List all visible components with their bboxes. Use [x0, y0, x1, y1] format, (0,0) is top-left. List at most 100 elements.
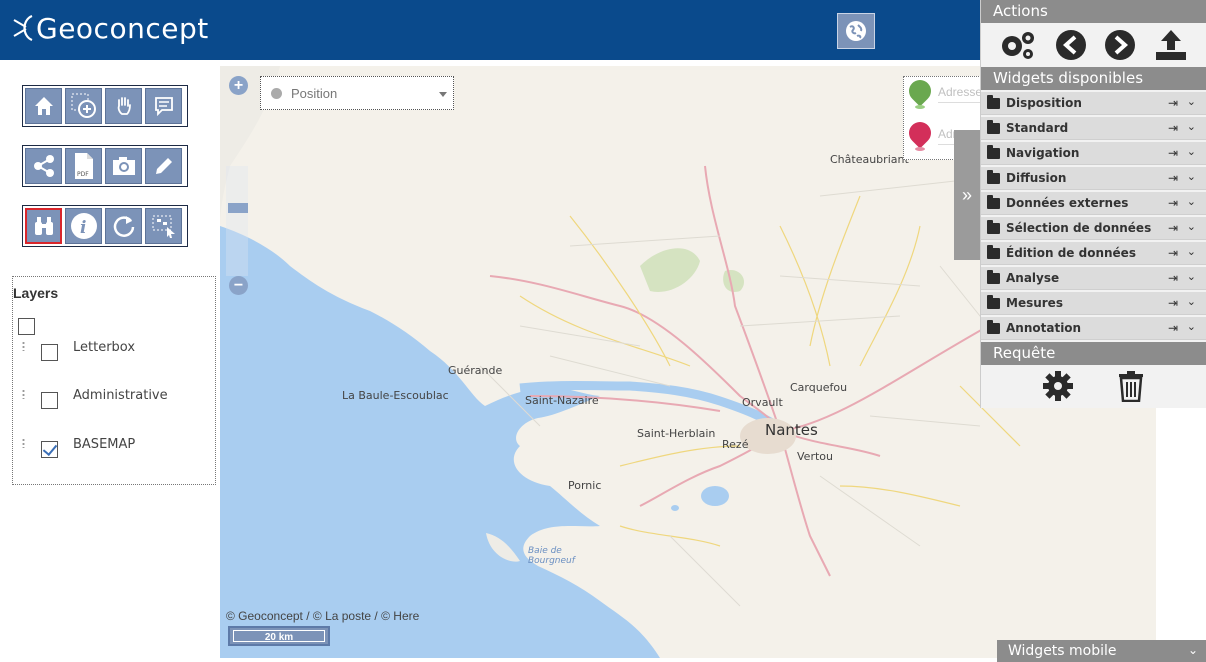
chevron-down-icon[interactable]: ⌄	[1187, 270, 1196, 283]
layer-label: BASEMAP	[73, 437, 136, 452]
info-button[interactable]: i	[65, 208, 102, 244]
pin-icon[interactable]: ⇥	[1168, 171, 1178, 185]
chevron-down-icon[interactable]: ⌄	[1188, 643, 1198, 657]
folder-icon	[987, 195, 1000, 209]
globe-button[interactable]	[837, 13, 875, 49]
chevron-down-icon[interactable]: ⌄	[1187, 145, 1196, 158]
zoom-rectangle-button[interactable]	[65, 88, 102, 124]
widgets-panel: Actions Widgets disponibles Disposition ⇥…	[980, 0, 1206, 408]
pin-icon[interactable]: ⇥	[1168, 296, 1178, 310]
pin-icon[interactable]: ⇥	[1168, 96, 1178, 110]
upload-icon[interactable]	[1153, 28, 1189, 62]
svg-text:i: i	[80, 218, 86, 238]
layer-checkbox-administrative[interactable]	[41, 392, 58, 409]
camera-icon	[112, 157, 135, 175]
gears-icon[interactable]	[998, 28, 1038, 62]
pin-icon[interactable]: ⇥	[1168, 146, 1178, 160]
start-pin-icon	[904, 75, 936, 107]
chevron-down-icon[interactable]: ⌄	[1187, 95, 1196, 108]
pdf-export-button[interactable]: PDF	[65, 148, 102, 184]
folder-icon	[987, 270, 1000, 284]
select-box-icon	[152, 215, 175, 238]
arrow-right-circle-icon[interactable]	[1104, 29, 1136, 61]
toolbar-tools: i	[22, 205, 188, 247]
pan-hand-icon	[117, 97, 131, 115]
layer-checkbox-letterbox[interactable]	[41, 344, 58, 361]
widget-row-edition[interactable]: Édition de données ⇥ ⌄	[981, 242, 1206, 265]
gear-icon[interactable]	[1042, 370, 1074, 402]
widget-row-mesures[interactable]: Mesures ⇥ ⌄	[981, 292, 1206, 315]
chevron-down-icon[interactable]: ⌄	[1187, 195, 1196, 208]
zoom-in-button[interactable]: +	[229, 76, 248, 95]
folder-icon	[987, 295, 1000, 309]
scale-label: 20 km	[233, 630, 325, 643]
widgets-mobile-label: Widgets mobile	[1008, 643, 1117, 659]
map-label-reze: Rezé	[722, 438, 749, 451]
layer-checkbox-basemap[interactable]	[41, 441, 58, 458]
pin-icon[interactable]: ⇥	[1168, 321, 1178, 335]
expand-panel-tab[interactable]: »	[954, 130, 980, 260]
map-label-saintherblain: Saint-Herblain	[637, 427, 716, 440]
pin-icon[interactable]: ⇥	[1168, 271, 1178, 285]
pencil-icon	[155, 158, 172, 174]
zoom-out-button[interactable]: −	[229, 276, 248, 295]
edit-button[interactable]	[145, 148, 182, 184]
tooltip-button[interactable]	[145, 88, 182, 124]
toolbar-navigation	[22, 85, 188, 127]
widget-label: Standard	[1006, 121, 1069, 135]
end-pin-icon	[904, 117, 936, 149]
pan-button[interactable]	[105, 88, 142, 124]
widget-label: Édition de données	[1006, 246, 1136, 260]
request-header: Requête	[981, 342, 1206, 365]
map-label-chateaubriant: Châteaubriant	[830, 153, 909, 166]
widget-row-donnees-externes[interactable]: Données externes ⇥ ⌄	[981, 192, 1206, 215]
widget-list: Disposition ⇥ ⌄ Standard ⇥ ⌄ Navigation ⇥ ⌄ Di…	[981, 92, 1206, 340]
map-label-baie: Baie de Bourgneuf	[528, 546, 575, 566]
arrow-left-circle-icon[interactable]	[1055, 29, 1087, 61]
layers-select-all-checkbox[interactable]	[18, 318, 35, 335]
toolbar-diffusion: PDF	[22, 145, 188, 187]
zoom-slider[interactable]	[226, 166, 248, 276]
drag-handle-icon[interactable]	[22, 438, 25, 448]
search-binoculars-button[interactable]	[25, 208, 62, 244]
widget-row-annotation[interactable]: Annotation ⇥ ⌄	[981, 317, 1206, 340]
map-label-guerande: Guérande	[448, 364, 503, 377]
widget-row-standard[interactable]: Standard ⇥ ⌄	[981, 117, 1206, 140]
widget-row-disposition[interactable]: Disposition ⇥ ⌄	[981, 92, 1206, 115]
widget-label: Navigation	[1006, 146, 1080, 160]
trash-icon[interactable]	[1117, 370, 1145, 402]
zoom-slider-handle[interactable]	[228, 203, 248, 213]
logo-rays-icon	[13, 14, 33, 42]
pdf-export-icon: PDF	[74, 153, 93, 179]
pin-icon[interactable]: ⇥	[1168, 121, 1178, 135]
chevron-down-icon[interactable]: ⌄	[1187, 120, 1196, 133]
map-label-orvault: Orvault	[742, 396, 783, 409]
pin-icon[interactable]: ⇥	[1168, 196, 1178, 210]
chevron-down-icon[interactable]: ⌄	[1187, 295, 1196, 308]
chevron-down-icon[interactable]: ⌄	[1187, 320, 1196, 333]
widgets-mobile-bar[interactable]: Widgets mobile ⌄	[997, 640, 1206, 662]
drag-handle-icon[interactable]	[22, 389, 25, 399]
home-button[interactable]	[25, 88, 62, 124]
layers-title: Layers	[13, 285, 59, 301]
pin-icon[interactable]: ⇥	[1168, 246, 1178, 260]
widget-row-selection[interactable]: Sélection de données ⇥ ⌄	[981, 217, 1206, 240]
screenshot-button[interactable]	[105, 148, 142, 184]
select-box-button[interactable]	[145, 208, 182, 244]
chevron-down-icon[interactable]: ⌄	[1187, 170, 1196, 183]
share-button[interactable]	[25, 148, 62, 184]
widget-row-navigation[interactable]: Navigation ⇥ ⌄	[981, 142, 1206, 165]
layer-label: Administrative	[73, 388, 168, 403]
double-chevron-right-icon: »	[961, 184, 972, 205]
chevron-down-icon[interactable]: ⌄	[1187, 220, 1196, 233]
drag-handle-icon[interactable]	[22, 341, 25, 351]
widget-row-diffusion[interactable]: Diffusion ⇥ ⌄	[981, 167, 1206, 190]
info-icon: i	[70, 213, 97, 239]
widget-label: Annotation	[1006, 321, 1082, 335]
refresh-button[interactable]	[105, 208, 142, 244]
position-select[interactable]: Position	[260, 76, 454, 110]
chevron-down-icon[interactable]: ⌄	[1187, 245, 1196, 258]
svg-text:PDF: PDF	[77, 171, 89, 178]
pin-icon[interactable]: ⇥	[1168, 221, 1178, 235]
widget-row-analyse[interactable]: Analyse ⇥ ⌄	[981, 267, 1206, 290]
